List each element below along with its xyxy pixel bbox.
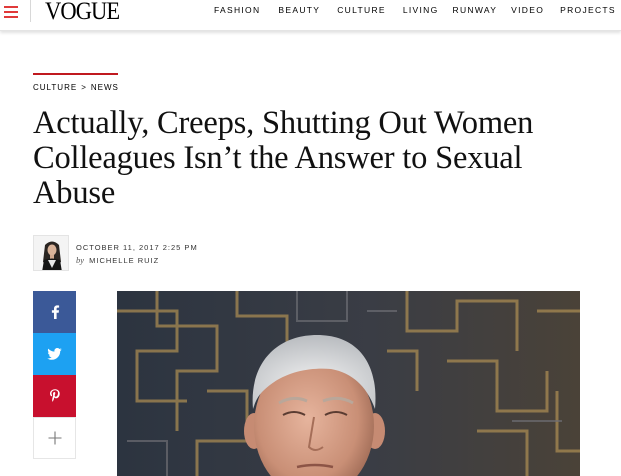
share-facebook-button[interactable] <box>33 291 76 333</box>
pinterest-icon <box>49 388 60 402</box>
byline-prefix: by <box>76 255 85 265</box>
author-name[interactable]: MICHELLE RUIZ <box>89 256 159 265</box>
publish-date: OCTOBER 11, 2017 2:25 PM <box>76 243 198 252</box>
breadcrumb-culture[interactable]: CULTURE <box>33 83 77 92</box>
hero-image[interactable] <box>117 291 580 476</box>
article-headline: Actually, Creeps, Shutting Out Women Col… <box>33 105 534 211</box>
plus-icon <box>48 431 61 445</box>
breadcrumb-news[interactable]: NEWS <box>91 83 119 92</box>
hamburger-menu-icon[interactable] <box>4 4 18 18</box>
nav-runway[interactable]: RUNWAY <box>453 5 498 15</box>
nav-projects[interactable]: PROJECTS <box>560 5 616 15</box>
byline: by MICHELLE RUIZ <box>76 255 159 265</box>
twitter-icon <box>47 348 62 360</box>
author-avatar[interactable] <box>33 235 69 271</box>
nav-video[interactable]: VIDEO <box>511 5 544 15</box>
site-header: VOGUE FASHION BEAUTY CULTURE LIVING RUNW… <box>0 0 621 31</box>
share-more-button[interactable] <box>33 417 76 459</box>
facebook-icon <box>51 305 59 319</box>
nav-culture[interactable]: CULTURE <box>337 5 386 15</box>
breadcrumb: CULTURE > NEWS <box>33 83 119 92</box>
breadcrumb-separator: > <box>81 83 87 92</box>
nav-beauty[interactable]: BEAUTY <box>278 5 320 15</box>
vogue-logo[interactable]: VOGUE <box>45 0 120 24</box>
share-twitter-button[interactable] <box>33 333 76 375</box>
nav-fashion[interactable]: FASHION <box>214 5 260 15</box>
share-pinterest-button[interactable] <box>33 375 76 417</box>
header-divider <box>30 0 31 22</box>
nav-living[interactable]: LIVING <box>403 5 439 15</box>
section-accent-bar <box>33 73 118 75</box>
main-nav: FASHION BEAUTY CULTURE LIVING RUNWAY VID… <box>214 5 616 15</box>
